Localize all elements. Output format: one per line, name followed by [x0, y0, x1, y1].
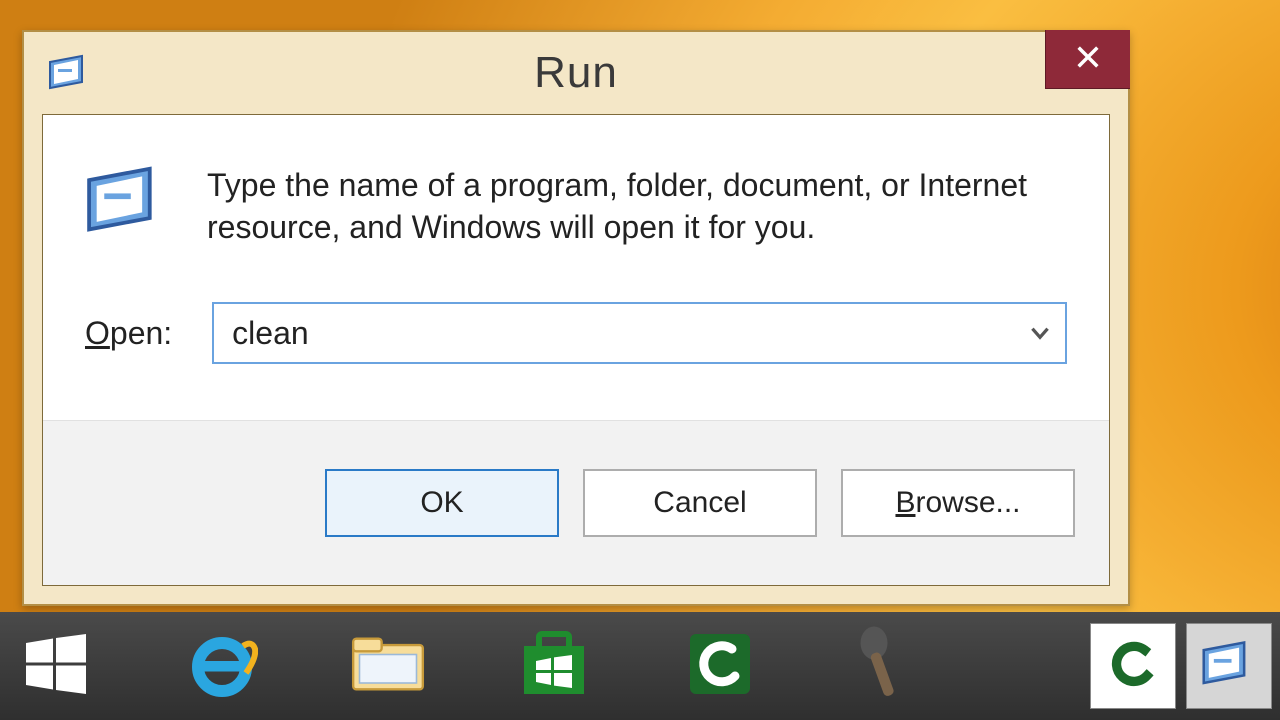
dialog-title: Run [24, 48, 1128, 98]
dialog-button-row: OK Cancel Browse... [43, 420, 1109, 585]
chevron-down-icon[interactable] [1025, 318, 1055, 348]
close-icon [1074, 43, 1102, 76]
taskbar-item-store[interactable] [506, 620, 602, 712]
run-dialog: Run Type the name of a program [22, 30, 1130, 606]
close-button[interactable] [1045, 30, 1130, 89]
start-button[interactable] [8, 620, 104, 712]
taskbar-item-mic[interactable] [838, 620, 934, 712]
folder-icon [350, 631, 426, 702]
store-icon [518, 628, 590, 705]
run-icon-large [85, 165, 169, 237]
taskbar-running-run[interactable] [1186, 623, 1272, 709]
dialog-client-area: Type the name of a program, folder, docu… [42, 114, 1110, 586]
microphone-icon [850, 625, 922, 708]
open-label: Open: [85, 315, 172, 352]
run-icon [48, 54, 92, 92]
dialog-description: Type the name of a program, folder, docu… [207, 165, 1037, 248]
ie-icon [186, 628, 258, 705]
windows-logo-icon [20, 628, 92, 705]
open-input[interactable] [230, 314, 1025, 353]
taskbar-item-ie[interactable] [174, 620, 270, 712]
browse-button[interactable]: Browse... [841, 469, 1075, 537]
taskbar-item-camtasia[interactable] [672, 620, 768, 712]
camtasia-icon [684, 628, 756, 705]
titlebar[interactable]: Run [24, 32, 1128, 114]
cancel-button[interactable]: Cancel [583, 469, 817, 537]
camtasia-icon [1105, 636, 1161, 697]
taskbar [0, 612, 1280, 720]
taskbar-running-camtasia[interactable] [1090, 623, 1176, 709]
run-icon [1201, 640, 1257, 693]
open-combobox[interactable] [212, 302, 1067, 364]
ok-button[interactable]: OK [325, 469, 559, 537]
taskbar-item-file-explorer[interactable] [340, 620, 436, 712]
